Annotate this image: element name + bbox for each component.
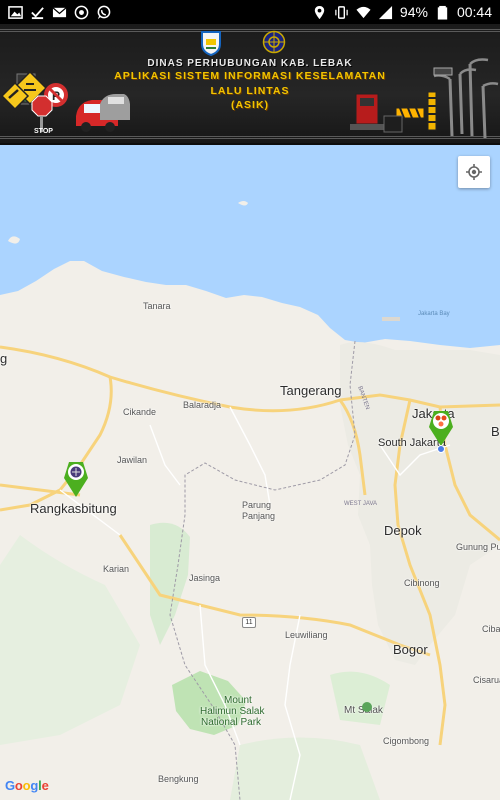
current-location-dot: [437, 445, 445, 453]
place-label-leuwiliang: Leuwiliang: [285, 630, 328, 640]
dishub-emblem-icon: [262, 30, 286, 54]
google-logo-letter: G: [5, 778, 15, 793]
place-label-bogor: Bogor: [393, 642, 428, 657]
place-label-cigombong: Cigombong: [383, 736, 430, 746]
vibrate-icon: [334, 5, 349, 20]
place-label-bengkung: Bengkung: [158, 774, 199, 784]
check-notification-icon: [30, 5, 45, 20]
place-label-left-edge: g: [0, 351, 8, 366]
place-label-balaradja: Balaradja: [183, 400, 222, 410]
battery-percent: 94%: [399, 4, 428, 20]
place-label-halimun-1: Mount: [224, 695, 252, 706]
mountain-poi-icon: [362, 702, 372, 712]
google-logo-letter: e: [41, 778, 49, 793]
mail-notification-icon: [52, 5, 67, 20]
lebak-emblem-icon: [201, 31, 221, 56]
signal-icon: [378, 5, 393, 20]
whatsapp-notification-icon: [96, 5, 111, 20]
place-label-gunung-putri: Gunung Pu: [456, 542, 500, 552]
place-label-west-java: WEST JAVA: [344, 501, 378, 507]
map-view[interactable]: Tanara Tangerang Cikande Balaradja Jawil…: [0, 145, 500, 800]
place-label-rangkasbitung: Rangkasbitung: [30, 501, 117, 516]
place-label-cisarua: Cisarua: [473, 675, 500, 685]
place-label-depok: Depok: [384, 523, 422, 538]
google-logo-letter: g: [30, 778, 39, 793]
wifi-icon: [356, 5, 371, 20]
rangkasbitung-marker-icon[interactable]: [62, 458, 90, 498]
place-label-jasinga: Jasinga: [189, 573, 221, 583]
status-bar: 94% 00:44: [0, 0, 500, 24]
notification-icons: [8, 5, 111, 20]
image-notification-icon: [8, 5, 23, 20]
jakarta-marker-icon[interactable]: [427, 407, 455, 447]
place-label-bekasi-edge: B: [491, 424, 500, 439]
system-icons: 94% 00:44: [312, 4, 492, 20]
place-label-halimun-3: National Park: [201, 717, 262, 728]
place-label-jawilan: Jawilan: [117, 455, 148, 465]
clock: 00:44: [456, 4, 492, 20]
location-icon: [312, 5, 327, 20]
google-logo: Google: [5, 778, 49, 793]
place-label-halimun-2: Halimun Salak: [200, 706, 265, 717]
place-label-parung-2: Panjang: [242, 511, 276, 521]
app-header-banner: P STOP DINAS PERHUBUNGAN KAB. LEBAK APLI…: [0, 24, 500, 145]
crosshair-icon: [466, 164, 482, 180]
road-equipment-art: [350, 58, 499, 139]
place-label-parung-1: Parung: [242, 500, 272, 510]
place-label-cikande: Cikande: [123, 407, 157, 417]
road-shield-11: 11: [242, 617, 256, 628]
place-label-karian: Karian: [103, 564, 130, 574]
google-logo-letter: o: [14, 778, 23, 793]
place-label-jakarta-bay: Jakarta Bay: [418, 311, 450, 317]
place-label-tangerang: Tangerang: [280, 383, 342, 398]
chrome-notification-icon: [74, 5, 89, 20]
app-screen: 94% 00:44 P: [0, 0, 500, 800]
place-label-tanara: Tanara: [143, 301, 171, 311]
stop-sign-label: STOP: [34, 128, 53, 135]
place-label-cibarusah: Ciba: [482, 624, 500, 634]
battery-icon: [435, 5, 450, 20]
my-location-button[interactable]: [458, 156, 490, 188]
place-label-cibinong: Cibinong: [404, 578, 440, 588]
